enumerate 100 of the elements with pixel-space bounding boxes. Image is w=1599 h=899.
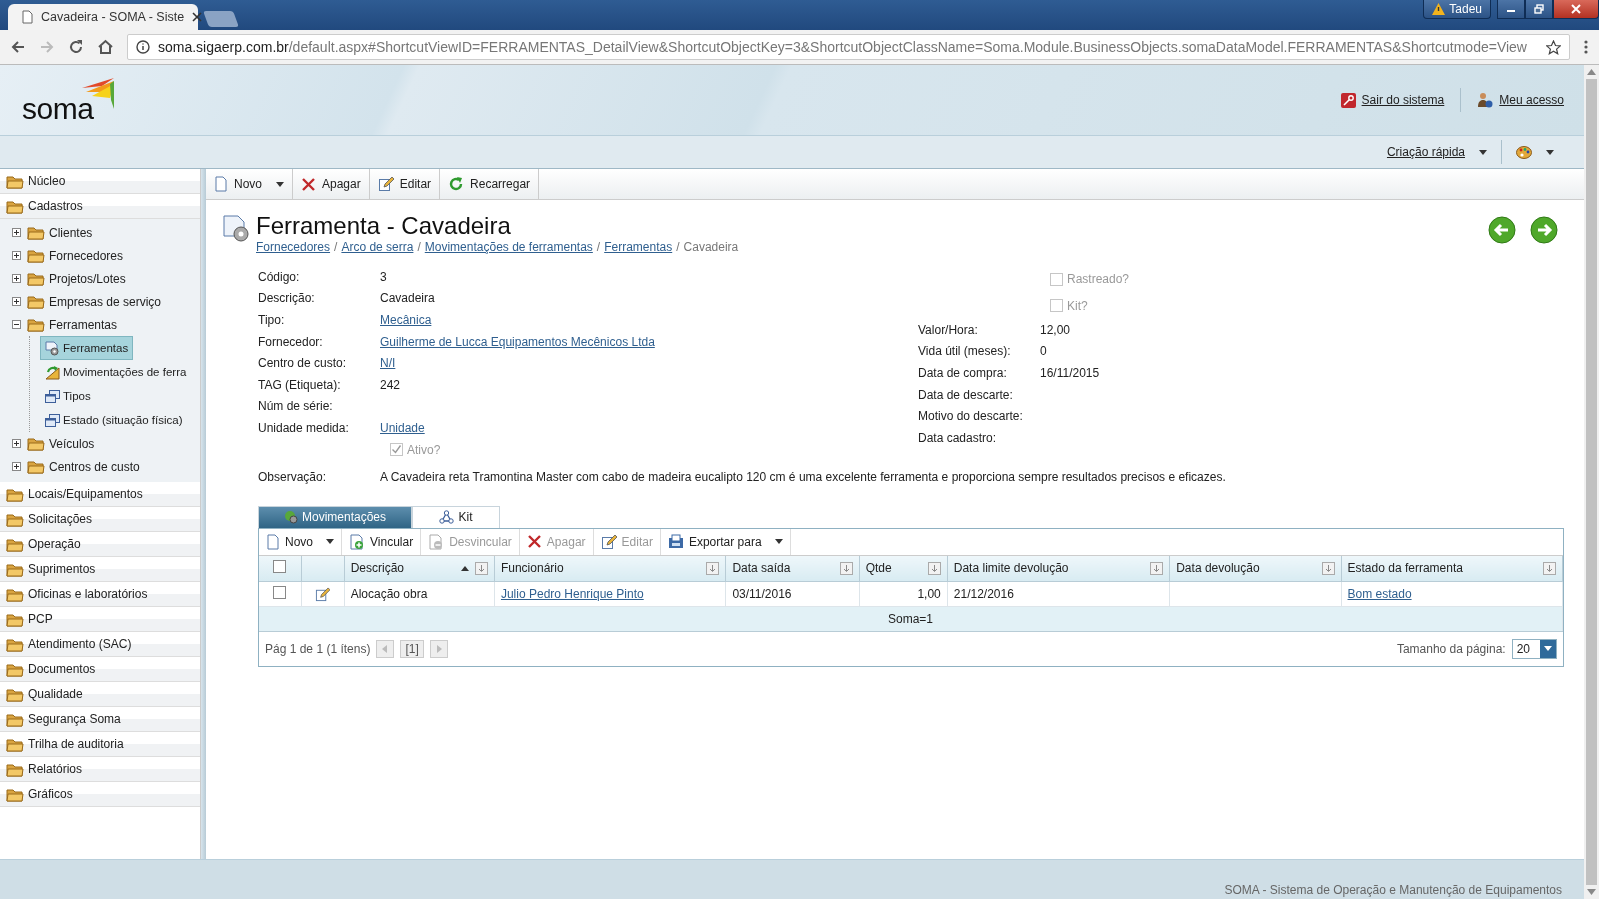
breadcrumb-separator: / xyxy=(417,240,421,254)
previous-icon[interactable] xyxy=(1488,216,1516,244)
page-title: Ferramenta - Cavadeira xyxy=(256,212,512,240)
folder-icon xyxy=(27,248,45,263)
tree-item[interactable]: Veículos xyxy=(27,436,95,451)
movement-icon xyxy=(45,364,60,380)
url-text: soma.sigaerp.com.br/default.aspx#ShortcutViewID=FERRAMENTAS_DetailView&ShortcutObjectKey=3&ShortcutObjectClassName=Soma.Module.BusinessObjects.somaDataModel.FERRAMENTAS&Shortcutmode=View xyxy=(158,39,1528,55)
column-header[interactable]: Data limite devolução xyxy=(947,555,1170,582)
tree-item[interactable]: Centros de custo xyxy=(27,459,140,474)
filter-icon[interactable] xyxy=(1543,561,1556,575)
gear-icon xyxy=(283,510,298,525)
edit-icon xyxy=(377,176,394,192)
breadcrumb-link[interactable]: Fornecedores xyxy=(256,240,331,254)
expand-icon[interactable] xyxy=(12,251,21,260)
filter-icon[interactable] xyxy=(1150,561,1164,575)
profile-button[interactable]: Tadeu xyxy=(1423,0,1491,19)
folder-icon xyxy=(6,586,24,602)
quick-create-menu[interactable]: Criação rápida xyxy=(1386,145,1487,159)
toolbar-button[interactable]: Recarregar xyxy=(440,169,540,199)
select-all-checkbox[interactable] xyxy=(273,560,287,574)
new-dropdown-button[interactable]: Novo xyxy=(206,169,293,199)
caret-icon xyxy=(774,539,783,545)
folder-icon xyxy=(6,536,24,552)
edit-icon[interactable] xyxy=(315,586,331,602)
expand-icon[interactable] xyxy=(12,297,21,306)
close-icon[interactable] xyxy=(192,12,203,22)
tree-item[interactable]: Estado (situação física) xyxy=(40,408,188,432)
folder-icon xyxy=(6,761,24,777)
breadcrumb-link[interactable]: Movimentações de ferramentas xyxy=(424,240,593,254)
expand-icon[interactable] xyxy=(12,228,21,237)
tab[interactable]: Kit xyxy=(412,505,500,528)
folder-icon xyxy=(27,225,45,240)
filter-icon[interactable] xyxy=(474,561,488,575)
column-header[interactable]: Funcionário xyxy=(494,555,726,582)
expand-icon[interactable] xyxy=(12,462,21,471)
tree-item[interactable]: Ferramentas xyxy=(27,317,118,332)
scroll-up-icon[interactable] xyxy=(1587,69,1596,75)
page-size-select[interactable]: 20 xyxy=(1511,638,1557,659)
filter-icon[interactable] xyxy=(706,561,720,575)
filter-icon[interactable] xyxy=(839,561,853,575)
toolbar-button[interactable]: Apagar xyxy=(293,169,370,199)
scroll-down-icon[interactable] xyxy=(1587,889,1596,895)
column-header[interactable]: Data saída xyxy=(725,555,860,582)
field-value: 12,00 xyxy=(1040,322,1071,337)
close-icon xyxy=(1571,4,1581,14)
restore-button[interactable] xyxy=(1525,0,1553,19)
account-link[interactable]: Meu acesso xyxy=(1477,92,1564,108)
caret-icon xyxy=(1544,646,1552,652)
reload-icon[interactable] xyxy=(68,39,84,55)
logo-text[interactable]: soma xyxy=(22,92,94,126)
row-checkbox[interactable] xyxy=(273,585,287,599)
page-number[interactable]: [1] xyxy=(400,639,424,658)
checkbox-label: Rastreado? xyxy=(1067,272,1130,287)
back-icon[interactable] xyxy=(10,39,26,55)
star-icon[interactable] xyxy=(1546,39,1561,55)
breadcrumb-link[interactable]: Ferramentas xyxy=(604,240,673,254)
tree-item[interactable]: Ferramentas xyxy=(40,336,134,360)
toolbar-button[interactable]: Vincular xyxy=(342,528,422,555)
filter-icon[interactable] xyxy=(927,561,941,575)
tree-item[interactable]: Projetos/Lotes xyxy=(27,271,126,286)
logout-link[interactable]: Sair do sistema xyxy=(1340,92,1445,108)
tree-item[interactable]: Movimentações de ferra xyxy=(40,360,192,384)
folder-icon xyxy=(27,459,45,474)
tree-item[interactable]: Tipos xyxy=(40,384,96,408)
close-window-button[interactable] xyxy=(1553,0,1599,19)
filter-icon[interactable] xyxy=(1321,561,1335,575)
remove-document-icon xyxy=(428,533,445,550)
more-icon[interactable] xyxy=(1583,39,1589,55)
table-link[interactable]: Julio Pedro Henrique Pinto xyxy=(500,586,644,601)
field-link[interactable]: Guilherme de Lucca Equipamentos Mecênicos Ltda xyxy=(380,334,655,349)
field-link[interactable]: N/I xyxy=(380,356,396,371)
theme-menu[interactable] xyxy=(1516,145,1554,159)
expand-icon[interactable] xyxy=(12,274,21,283)
breadcrumb-link[interactable]: Arco de serra xyxy=(341,240,414,254)
column-header[interactable]: Estado da ferramenta xyxy=(1341,555,1563,582)
column-header[interactable]: Qtde xyxy=(859,555,948,582)
column-header[interactable]: Data devolução xyxy=(1169,555,1342,582)
tab[interactable]: Movimentações xyxy=(258,505,412,528)
field-label: Descrição: xyxy=(258,291,316,306)
scrollbar[interactable] xyxy=(1584,65,1599,899)
address-field[interactable]: soma.sigaerp.com.br/default.aspx#ShortcutViewID=FERRAMENTAS_DetailView&ShortcutObjectKey=3&ShortcutObjectClassName=Soma.Module.BusinessObjects.somaDataModel.FERRAMENTAS&Shortcutmode=View xyxy=(127,34,1570,60)
toolbar-button[interactable]: Editar xyxy=(369,169,441,199)
splitter-handle[interactable] xyxy=(201,169,206,859)
table-link[interactable]: Bom estado xyxy=(1347,586,1412,601)
dropdown-button[interactable]: Exportar para xyxy=(660,528,791,555)
next-icon[interactable] xyxy=(1530,216,1558,244)
tree-item[interactable]: Fornecedores xyxy=(27,248,124,263)
minimize-button[interactable] xyxy=(1497,0,1525,19)
folder-icon xyxy=(6,711,24,727)
field-label: Núm de série: xyxy=(258,399,334,414)
field-link[interactable]: Mecânica xyxy=(380,313,432,327)
field-link[interactable]: Unidade xyxy=(380,420,425,435)
collapse-icon[interactable] xyxy=(12,320,21,329)
tree-item[interactable]: Empresas de serviço xyxy=(27,294,162,309)
folder-icon xyxy=(27,294,45,309)
tree-item[interactable]: Clientes xyxy=(27,225,93,240)
expand-icon[interactable] xyxy=(12,439,21,448)
dropdown-button[interactable]: Novo xyxy=(259,528,342,555)
home-icon[interactable] xyxy=(97,39,114,55)
column-header[interactable]: Descrição xyxy=(344,555,495,582)
